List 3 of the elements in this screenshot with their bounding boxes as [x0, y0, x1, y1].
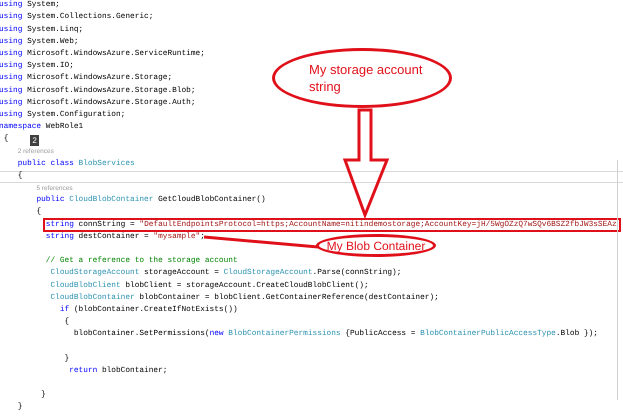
- callout-text: My Blob Container: [326, 238, 426, 252]
- callout-text: My storage account string: [309, 61, 424, 95]
- count-badge: 2: [30, 134, 39, 146]
